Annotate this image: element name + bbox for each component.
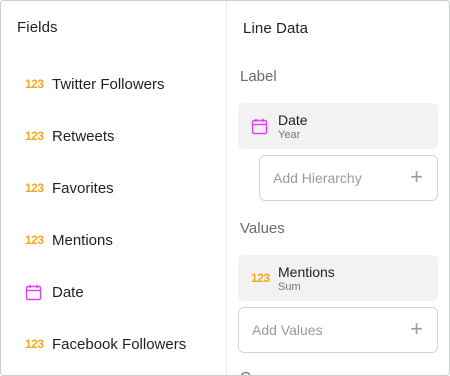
field-item-retweets[interactable]: 123 Retweets [25,125,115,147]
values-section-heading: Values [240,220,285,237]
field-label: Date [52,283,84,301]
add-values-dropzone[interactable]: Add Values + [238,307,438,353]
field-item-date[interactable]: Date [25,281,84,303]
label-section-heading: Label [240,68,277,85]
field-item-facebook-followers[interactable]: 123 Facebook Followers [25,333,186,355]
number-icon: 123 [25,77,44,91]
label-chip-date[interactable]: Date Year [238,103,438,149]
plus-icon: + [410,316,423,341]
field-label: Facebook Followers [52,335,187,353]
line-data-panel: Line Data Label Date Year Add Hierarchy … [227,1,449,375]
fields-panel-title: Fields [17,19,58,36]
chip-subtitle: Year [278,129,301,141]
number-icon: 123 [25,181,44,195]
number-icon: 123 [25,233,44,247]
calendar-icon [25,284,47,301]
next-section-heading-partial: C [240,369,251,375]
calendar-icon [251,118,268,140]
add-values-label: Add Values [252,322,323,338]
field-item-twitter-followers[interactable]: 123 Twitter Followers [25,73,165,95]
field-label: Favorites [52,179,114,197]
fields-panel: Fields 123 Twitter Followers 123 Retweet… [1,1,227,375]
values-chip-mentions[interactable]: 123 Mentions Sum [238,255,438,301]
number-icon: 123 [25,337,44,351]
field-item-favorites[interactable]: 123 Favorites [25,177,114,199]
chip-title: Date [278,112,308,128]
field-label: Twitter Followers [52,75,165,93]
field-label: Mentions [52,231,113,249]
chip-subtitle: Sum [278,281,301,293]
field-label: Retweets [52,127,115,145]
add-hierarchy-dropzone[interactable]: Add Hierarchy + [259,155,438,201]
number-icon: 123 [25,129,44,143]
plus-icon: + [410,164,423,189]
chip-title: Mentions [278,264,335,280]
number-icon: 123 [251,271,270,285]
field-editor: Fields 123 Twitter Followers 123 Retweet… [0,0,450,376]
line-data-panel-title: Line Data [243,20,309,37]
add-hierarchy-label: Add Hierarchy [273,170,362,186]
field-item-mentions[interactable]: 123 Mentions [25,229,113,251]
